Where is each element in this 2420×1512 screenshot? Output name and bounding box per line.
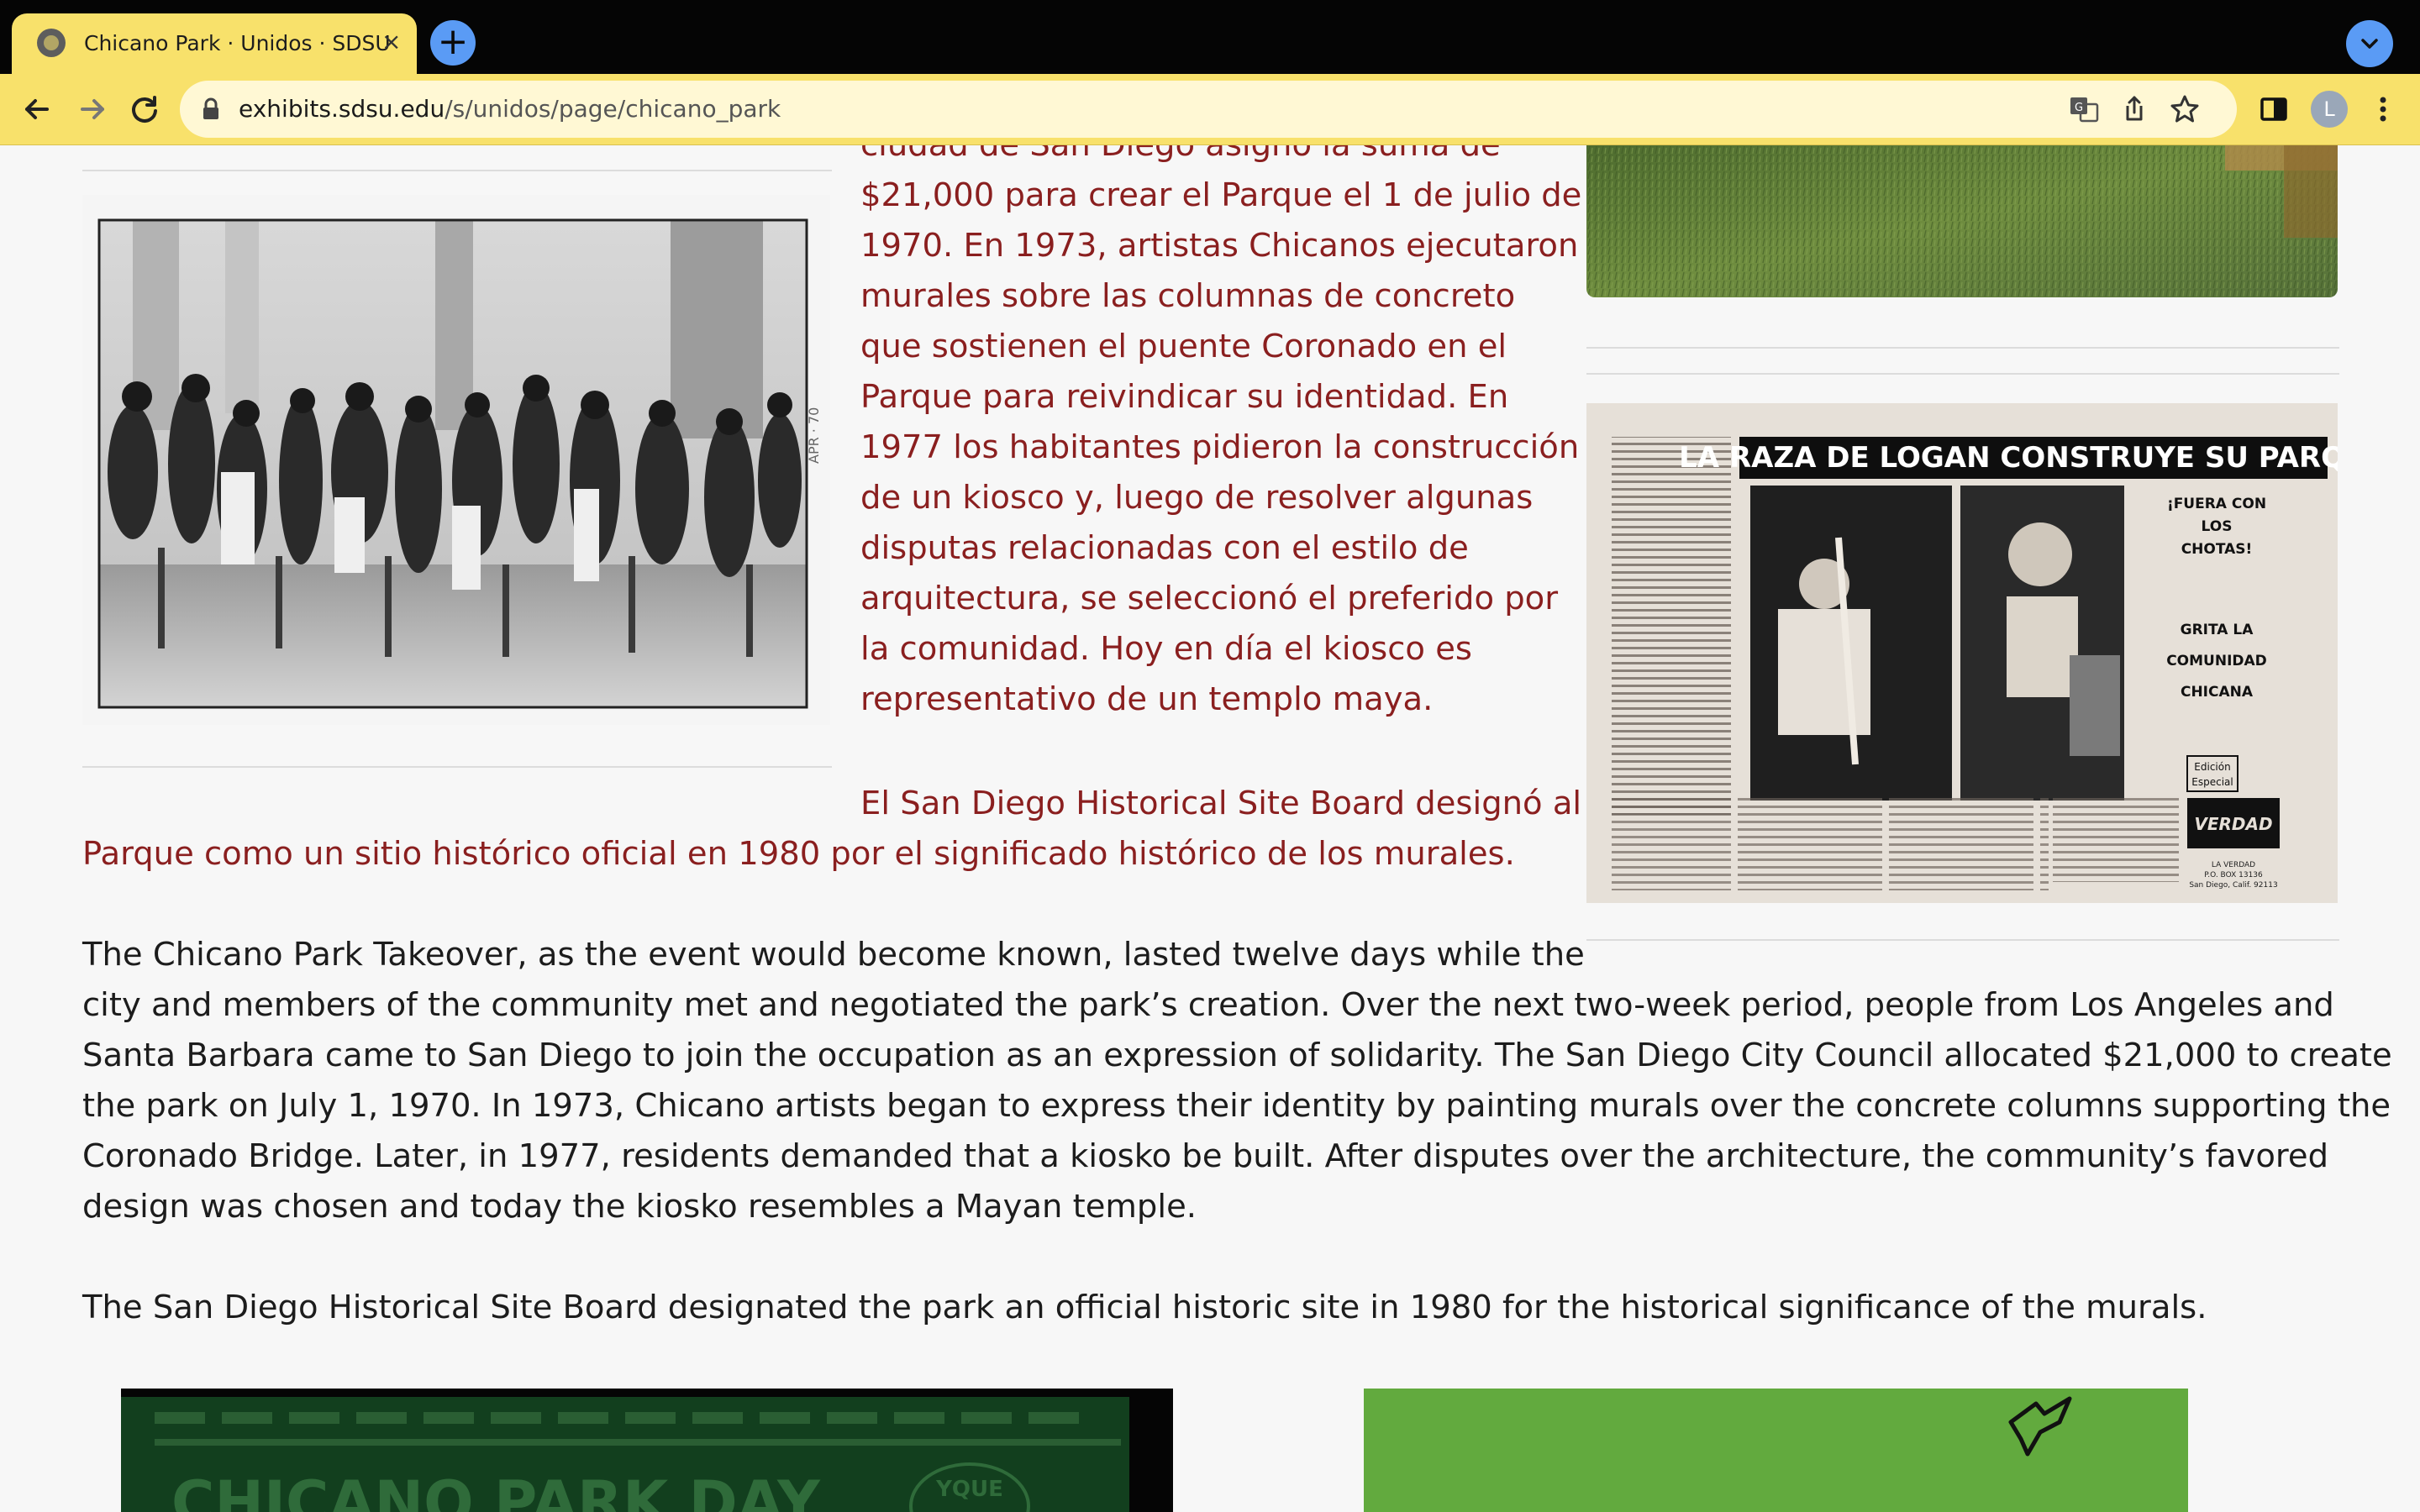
- grass-photo-image: [1586, 145, 2338, 297]
- text-line: arquitectura, se seleccionó el preferido…: [860, 580, 1559, 617]
- back-arrow-icon: [25, 99, 49, 119]
- divider: [1586, 347, 2339, 349]
- url-host: exhibits.sdsu.edu: [239, 95, 445, 123]
- text-line: murales sobre las columnas de concreto: [860, 277, 1516, 315]
- reload-icon: [132, 96, 157, 123]
- text-line: de un kiosco y, luego de resolver alguna…: [860, 479, 1534, 517]
- reload-button[interactable]: [124, 89, 165, 129]
- text-line: Coronado Bridge. Later, in 1977, residen…: [82, 1137, 2329, 1175]
- share-button[interactable]: [2118, 92, 2151, 126]
- text-line: disputas relacionadas con el estilo de: [860, 529, 1469, 567]
- svg-text:P.O. BOX 13136: P.O. BOX 13136: [2204, 871, 2263, 879]
- svg-text:LOS: LOS: [2202, 518, 2233, 535]
- svg-text:Edición: Edición: [2194, 761, 2230, 773]
- svg-text:GRITA LA: GRITA LA: [2181, 622, 2254, 638]
- share-icon: [2126, 96, 2143, 121]
- divider: [82, 170, 832, 171]
- crowd-photo[interactable]: APR · 70: [82, 195, 830, 725]
- chicano-park-day-flyer[interactable]: CHICANO PARK DAY YQUE: [121, 1389, 1173, 1512]
- text-line: 1977 los habitantes pidieron la construc…: [860, 428, 1580, 466]
- browser-toolbar: exhibits.sdsu.edu/s/unidos/page/chicano_…: [0, 74, 2420, 145]
- newspaper-image: LA RAZA DE LOGAN CONSTRUYE SU PARQUE ¡FU…: [1586, 403, 2338, 903]
- english-paragraph: The Chicano Park Takeover, as the event …: [82, 930, 2392, 1232]
- star-icon: [2170, 95, 2199, 123]
- green-flyer-bird[interactable]: [1364, 1389, 2188, 1512]
- side-panel-button[interactable]: [2254, 89, 2294, 129]
- translate-icon: G: [2070, 97, 2099, 123]
- text-line: que sostienen el puente Coronado en el: [860, 328, 1507, 365]
- flyer-title: CHICANO PARK DAY: [171, 1468, 821, 1512]
- text-line: representativo de un templo maya.: [860, 680, 1434, 718]
- text-line: 1970. En 1973, artistas Chicanos ejecuta…: [860, 227, 1579, 265]
- tab-search-button[interactable]: [2346, 20, 2393, 67]
- text-line: la comunidad. Hoy en día el kiosco es: [860, 630, 1472, 668]
- spanish-site-board-line-1: El San Diego Historical Site Board desig…: [860, 785, 1582, 822]
- text-line: city and members of the community met an…: [82, 986, 2334, 1024]
- tab-title: Chicano Park · Unidos · SDSU: [84, 31, 391, 55]
- english-site-board-paragraph: The San Diego Historical Site Board desi…: [82, 1289, 2207, 1326]
- globe-icon: [37, 29, 66, 57]
- flyer-seal: YQUE: [935, 1477, 1003, 1502]
- tab-close-icon[interactable]: ×: [381, 27, 401, 57]
- profile-avatar[interactable]: L: [2311, 91, 2348, 128]
- svg-text:VERDAD: VERDAD: [2194, 814, 2272, 834]
- spanish-paragraph: ciudad de San Diego asignó la suma de $2…: [860, 145, 1581, 725]
- divider: [82, 766, 832, 768]
- bookmark-star-button[interactable]: [2168, 92, 2202, 126]
- svg-text:Especial: Especial: [2191, 776, 2233, 788]
- grass-photo[interactable]: [1586, 145, 2338, 297]
- flyer-image: [1364, 1389, 2188, 1512]
- new-tab-button[interactable]: +: [430, 20, 476, 66]
- text-line: Parque para reivindicar su identidad. En: [860, 378, 1509, 416]
- svg-text:CHOTAS!: CHOTAS!: [2181, 541, 2253, 558]
- text-line: The Chicano Park Takeover, as the event …: [82, 936, 1585, 974]
- divider: [1586, 373, 2339, 375]
- back-button[interactable]: [17, 89, 57, 129]
- text-line: $21,000 para crear el Parque el 1 de jul…: [860, 176, 1582, 214]
- translate-button[interactable]: G: [2067, 92, 2101, 126]
- url-path: /s/unidos/page/chicano_park: [445, 95, 781, 123]
- chevron-down-icon: [2361, 39, 2378, 49]
- svg-text:LA VERDAD: LA VERDAD: [2212, 861, 2255, 869]
- side-panel-icon: [2260, 97, 2287, 121]
- more-vertical-icon: [2380, 97, 2386, 122]
- text-line: the park on July 1, 1970. In 1973, Chica…: [82, 1087, 2391, 1125]
- forward-button[interactable]: [72, 89, 113, 129]
- text-line: Santa Barbara came to San Diego to join …: [82, 1037, 2392, 1074]
- tab-strip: Chicano Park · Unidos · SDSU × +: [0, 0, 2420, 74]
- svg-text:San Diego, Calif. 92113: San Diego, Calif. 92113: [2189, 881, 2277, 890]
- forward-arrow-icon: [81, 99, 104, 119]
- photo-date-stamp: APR · 70: [806, 407, 822, 464]
- svg-text:G: G: [2075, 102, 2083, 114]
- svg-text:¡FUERA CON: ¡FUERA CON: [2167, 496, 2266, 512]
- url-text[interactable]: exhibits.sdsu.edu/s/unidos/page/chicano_…: [239, 95, 781, 123]
- newspaper-headline: LA RAZA DE LOGAN CONSTRUYE SU PARQUE: [1679, 441, 2338, 475]
- address-bar[interactable]: exhibits.sdsu.edu/s/unidos/page/chicano_…: [180, 81, 2237, 138]
- chrome-menu-button[interactable]: [2363, 89, 2403, 129]
- lock-icon: [203, 97, 218, 119]
- page-content: APR · 70 ciudad de San Diego asignó la s…: [0, 145, 2420, 1512]
- svg-text:CHICANA: CHICANA: [2181, 684, 2254, 701]
- newspaper-clipping[interactable]: LA RAZA DE LOGAN CONSTRUYE SU PARQUE ¡FU…: [1586, 403, 2338, 903]
- spanish-site-board-line-2: Parque como un sitio histórico oficial e…: [82, 835, 1515, 873]
- flyer-image: CHICANO PARK DAY YQUE: [121, 1389, 1173, 1512]
- crowd-photo-image: APR · 70: [97, 218, 822, 709]
- text-line: design was chosen and today the kiosko r…: [82, 1188, 1197, 1226]
- svg-text:COMUNIDAD: COMUNIDAD: [2166, 653, 2267, 669]
- text-line: ciudad de San Diego asignó la suma de: [860, 145, 1581, 171]
- browser-tab-active[interactable]: Chicano Park · Unidos · SDSU ×: [12, 13, 417, 74]
